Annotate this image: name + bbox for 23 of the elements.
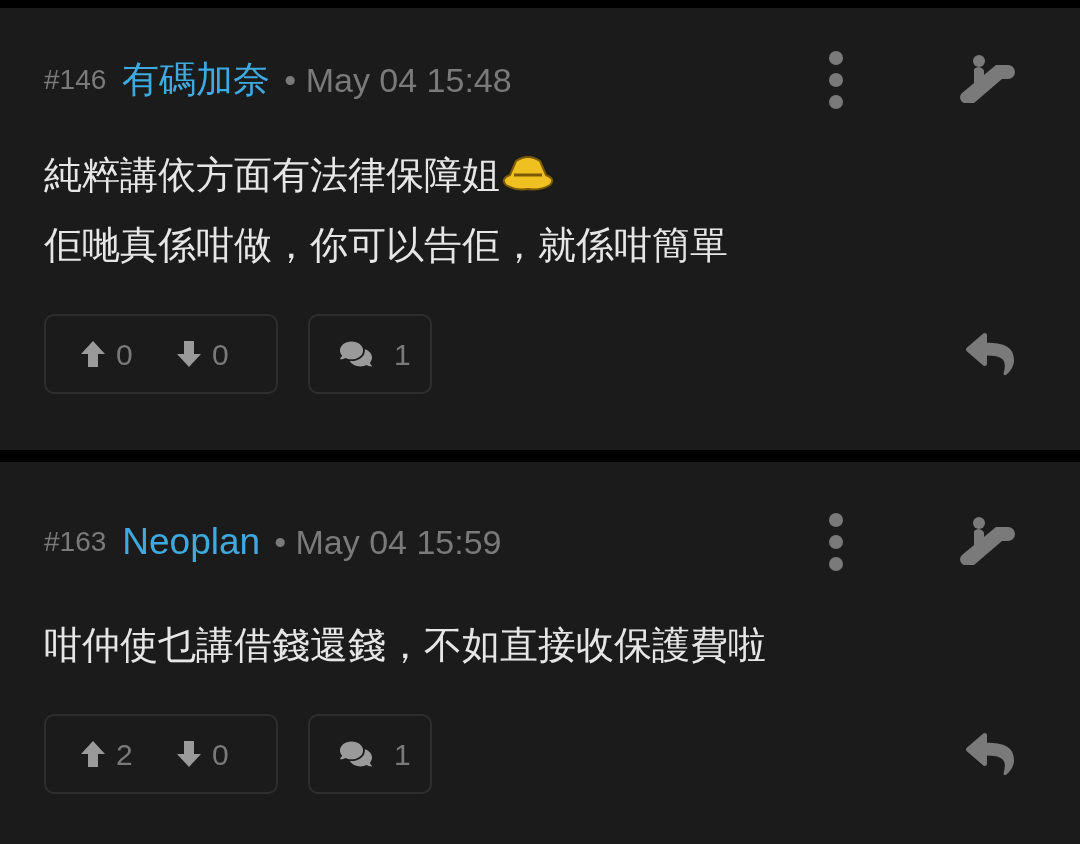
author-name[interactable]: 有碼加奈 (122, 52, 271, 108)
more-options-icon[interactable] (828, 50, 844, 110)
author-name[interactable]: Neoplan (122, 514, 261, 570)
reply-icon[interactable] (966, 330, 1014, 378)
post-number: #163 (44, 525, 107, 559)
post-number: #146 (44, 63, 107, 97)
downvote-count[interactable]: 0 (212, 331, 229, 377)
reply-icon[interactable] (966, 730, 1014, 778)
upvote-icon (80, 740, 106, 768)
downvote-count[interactable]: 0 (212, 731, 229, 777)
post-text: 佢哋真係咁做，你可以告佢，就係咁簡單 (44, 223, 728, 268)
upvote-icon (80, 340, 106, 368)
downvote-icon (176, 740, 202, 768)
post-time: • May 04 15:48 (284, 59, 512, 101)
replies-button[interactable]: 1 (308, 714, 432, 794)
upvote-count[interactable]: 2 (116, 731, 166, 777)
more-options-icon[interactable] (828, 512, 844, 572)
post-text: 咁仲使乜講借錢還錢，不如直接收保護費啦 (44, 623, 766, 668)
upvote-count[interactable]: 0 (116, 331, 166, 377)
post-time: • May 04 15:59 (274, 521, 502, 563)
downvote-icon (176, 340, 202, 368)
post-text: 純粹講依方面有法律保障姐 (44, 153, 500, 198)
replies-button[interactable]: 1 (308, 314, 432, 394)
